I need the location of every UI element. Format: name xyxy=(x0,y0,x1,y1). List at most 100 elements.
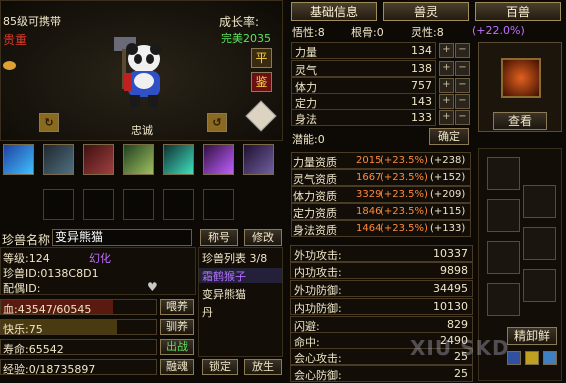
pet-level-text: 85级可携带 xyxy=(3,15,61,28)
skill-slot-3[interactable] xyxy=(83,144,114,175)
empty-skill-slot[interactable] xyxy=(163,189,194,220)
stat-label: 力量 xyxy=(295,46,317,59)
stat-row: 定力 143 xyxy=(291,93,436,110)
minus-button[interactable]: − xyxy=(455,110,470,125)
combat-row: 内功防御: 10130 xyxy=(290,298,473,315)
gengu-text: 根骨:0 xyxy=(351,26,384,39)
aptitude-pct: (+23.5%) xyxy=(380,172,428,183)
confirm-button[interactable]: 确定 xyxy=(429,128,469,145)
equip-slot[interactable] xyxy=(487,157,520,190)
beast-spirit-icon[interactable] xyxy=(501,58,541,98)
pet-list-item[interactable]: 变异熊猫 xyxy=(199,286,282,301)
aptitude-pct: (+23.5%) xyxy=(380,155,428,166)
lock-button[interactable]: 锁定 xyxy=(202,359,238,375)
hp-bar: 血:43547/60545 xyxy=(0,299,157,316)
equip-slot[interactable] xyxy=(487,241,520,274)
pet-list-item[interactable]: 丹 xyxy=(199,304,282,319)
tab-beast-spirit[interactable]: 兽灵 xyxy=(383,2,469,21)
pet-list-title: 珍兽列表 3/8 xyxy=(202,252,268,265)
gem-icon xyxy=(3,61,16,70)
equip-slot[interactable] xyxy=(487,199,520,232)
tab-hundred-beasts[interactable]: 百兽 xyxy=(475,2,561,21)
stat-label: 灵气 xyxy=(295,64,317,77)
equip-slot[interactable] xyxy=(523,269,556,302)
plus-button[interactable]: + xyxy=(439,94,454,109)
view-button[interactable]: 查看 xyxy=(493,112,547,130)
skill-slot-5[interactable] xyxy=(163,144,194,175)
pet-name-input[interactable]: 变异熊猫 xyxy=(52,229,192,246)
pet-list-item[interactable]: 霜鹤猴子 xyxy=(199,268,282,283)
merge-soul-button[interactable]: 融魂 xyxy=(160,359,194,375)
exp-text: 经验:0/18735897 xyxy=(3,363,96,376)
gem-icon[interactable] xyxy=(525,351,539,365)
diamond-toggle-icon[interactable] xyxy=(245,100,277,132)
modify-button[interactable]: 修改 xyxy=(244,229,282,246)
aptitude-add: (+115) xyxy=(430,206,466,217)
potential-text: 潜能:0 xyxy=(292,133,325,146)
tab-basic-info[interactable]: 基础信息 xyxy=(291,2,377,21)
equip-slot[interactable] xyxy=(523,227,556,260)
feed-button[interactable]: 喂养 xyxy=(160,299,194,315)
release-button[interactable]: 放生 xyxy=(244,359,282,375)
title-button[interactable]: 称号 xyxy=(200,229,238,246)
pet-name-caption: 忠诚 xyxy=(131,124,153,137)
deploy-button[interactable]: 出战 xyxy=(160,339,194,355)
plus-button[interactable]: + xyxy=(439,110,454,125)
aptitude-label: 身法资质 xyxy=(293,224,337,237)
plus-button[interactable]: + xyxy=(439,61,454,76)
plus-button[interactable]: + xyxy=(439,43,454,58)
stat-label: 身法 xyxy=(295,113,317,126)
bonus-text: (+22.0%) xyxy=(472,24,525,37)
aptitude-value: 1846 xyxy=(356,206,382,217)
minus-button[interactable]: − xyxy=(455,78,470,93)
combat-label: 外功攻击: xyxy=(294,249,342,262)
aptitude-pct: (+23.5%) xyxy=(380,189,428,200)
aptitude-label: 力量资质 xyxy=(293,156,337,169)
beast-spirit-icon-frame: 查看 xyxy=(478,42,562,132)
empty-skill-slot[interactable] xyxy=(203,189,234,220)
mate-id-text: 配偶ID: xyxy=(3,282,41,295)
skill-slot-7[interactable] xyxy=(243,144,274,175)
heart-icon: ♥ xyxy=(147,280,158,294)
hp-text: 血:43547/60545 xyxy=(3,303,92,316)
aptitude-add: (+133) xyxy=(430,223,466,234)
skill-slot-4[interactable] xyxy=(123,144,154,175)
happiness-bar: 快乐:75 xyxy=(0,319,157,336)
plus-button[interactable]: + xyxy=(439,78,454,93)
stat-value: 143 xyxy=(411,95,432,108)
pet-name-label: 珍兽名称 xyxy=(2,233,51,247)
combat-value: 25 xyxy=(454,367,468,380)
aptitude-value: 3329 xyxy=(356,189,382,200)
rotate-right-button[interactable]: ↺ xyxy=(207,113,227,132)
rotate-left-button[interactable]: ↻ xyxy=(39,113,59,132)
combat-value: 829 xyxy=(447,318,468,331)
empty-skill-slot[interactable] xyxy=(123,189,154,220)
orb-icon[interactable] xyxy=(543,351,557,365)
combat-value: 10130 xyxy=(433,300,468,313)
aptitude-label: 定力资质 xyxy=(293,207,337,220)
aptitude-row: 体力资质 3329 (+23.5%) (+209) xyxy=(291,186,471,203)
jian-button[interactable]: 鉴 xyxy=(251,72,272,92)
minus-button[interactable]: − xyxy=(455,43,470,58)
pet-rarity: 贵重 xyxy=(3,33,28,47)
tame-button[interactable]: 驯养 xyxy=(160,319,194,335)
ping-button[interactable]: 平 xyxy=(251,48,272,68)
empty-skill-slot[interactable] xyxy=(83,189,114,220)
skill-slot-2[interactable] xyxy=(43,144,74,175)
pet-list-panel: 珍兽列表 3/8 霜鹤猴子 变异熊猫 丹 xyxy=(198,247,283,357)
unload-button[interactable]: 精卸鲜 xyxy=(507,327,557,345)
empty-skill-slot[interactable] xyxy=(43,189,74,220)
skill-slot-1[interactable] xyxy=(3,144,34,175)
growth-value: 完美2035 xyxy=(221,32,271,45)
stat-row: 灵气 138 xyxy=(291,60,436,77)
minus-button[interactable]: − xyxy=(455,94,470,109)
skill-slot-6[interactable] xyxy=(203,144,234,175)
pet-id-text: 珍兽ID:0138C8D1 xyxy=(3,267,99,280)
combat-label: 会心防御: xyxy=(294,369,342,382)
aptitude-add: (+238) xyxy=(430,155,466,166)
stat-value: 757 xyxy=(411,79,432,92)
minus-button[interactable]: − xyxy=(455,61,470,76)
equip-slot[interactable] xyxy=(523,185,556,218)
aptitude-value: 2015 xyxy=(356,155,382,166)
equip-slot[interactable] xyxy=(487,283,520,316)
